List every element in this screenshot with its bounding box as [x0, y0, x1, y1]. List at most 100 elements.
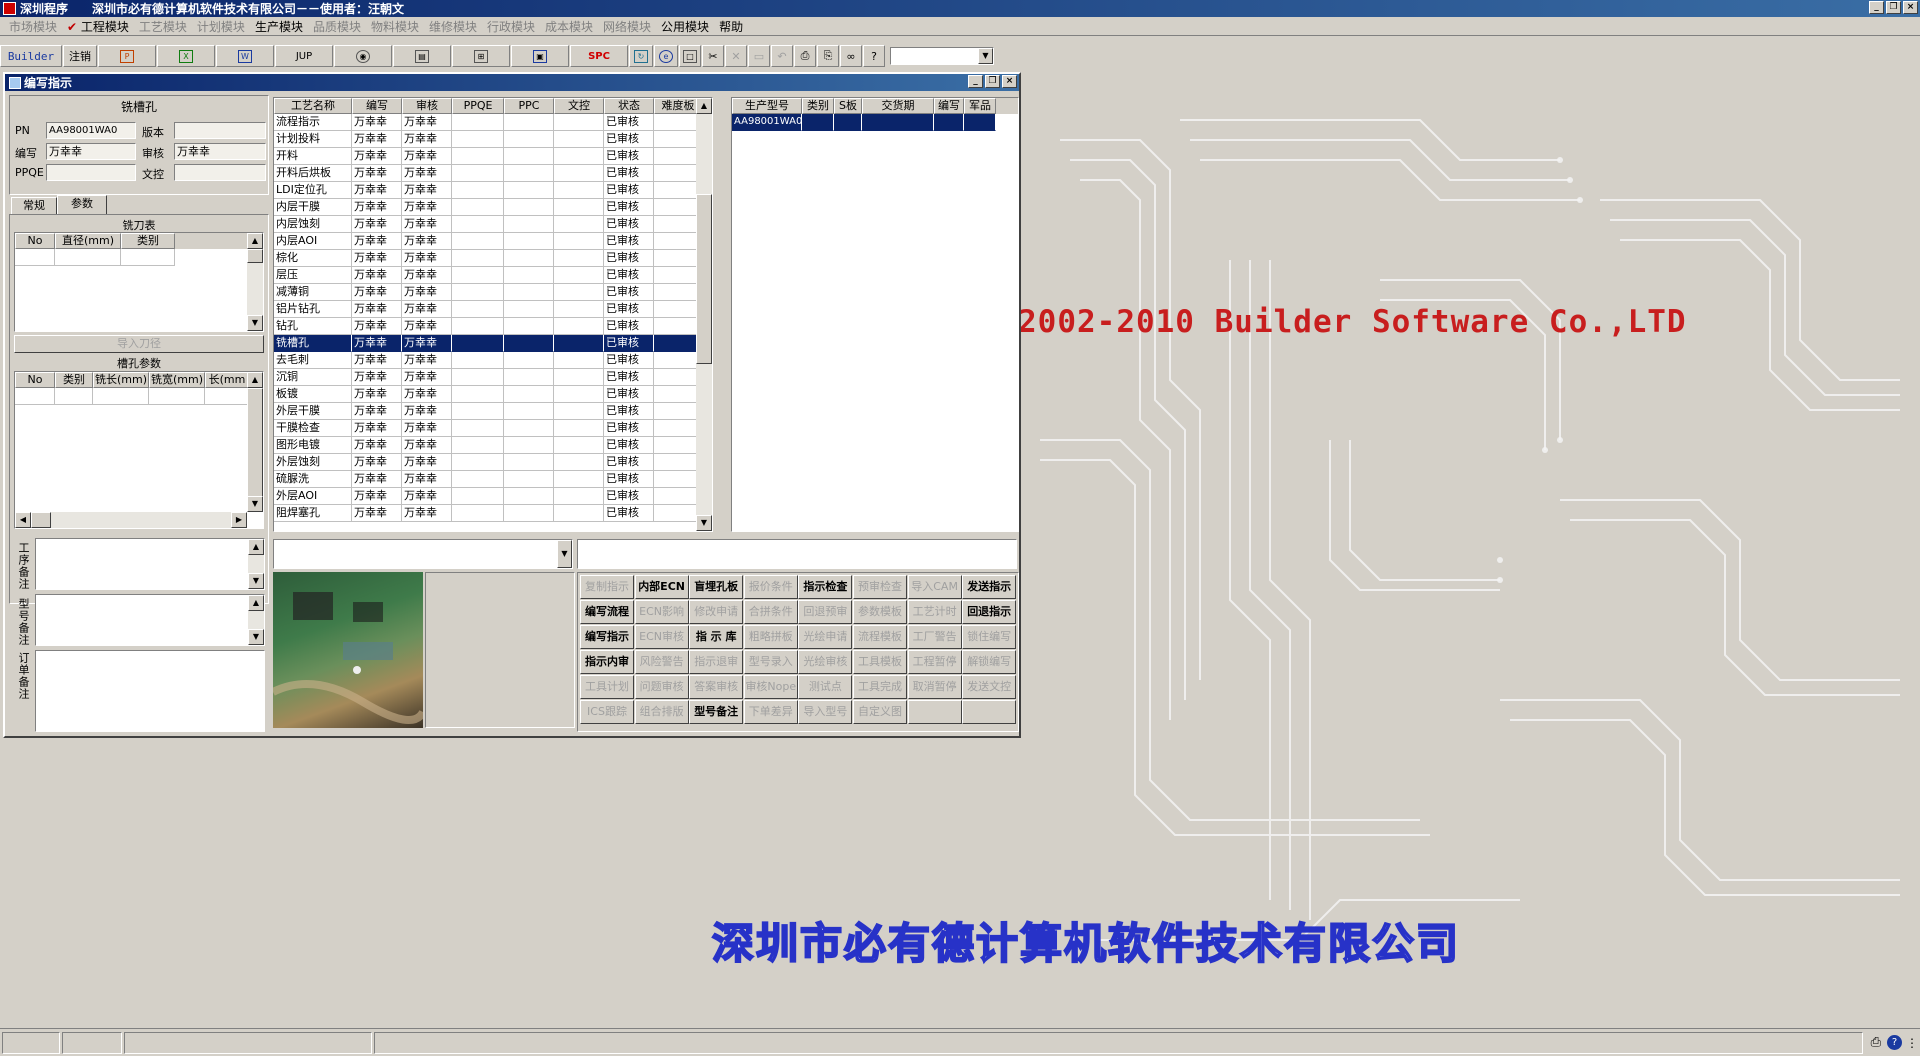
- table-row[interactable]: 开料 万幸幸 万幸幸 已审核: [274, 148, 712, 165]
- table-row[interactable]: 减薄铜 万幸幸 万幸幸 已审核: [274, 284, 712, 301]
- menu-item-3[interactable]: 计划模块: [192, 18, 250, 35]
- refresh-button[interactable]: ↻: [629, 45, 653, 67]
- chevron-down-icon[interactable]: ▼: [978, 48, 993, 64]
- product-table[interactable]: 生产型号 类别 S板 交货期 编写 军品 AA98001WA0: [731, 97, 1019, 532]
- cutter-table[interactable]: No 直径(mm) 类别 ▲ ▼: [14, 232, 264, 332]
- function-button-0[interactable]: 复制指示: [580, 575, 634, 599]
- function-button-26[interactable]: 指示退审: [689, 650, 744, 674]
- process-col-2[interactable]: 审核: [402, 98, 452, 114]
- function-button-45[interactable]: 自定义图: [853, 700, 907, 724]
- cut-button[interactable]: ✂: [702, 45, 724, 67]
- table-row[interactable]: 内层蚀刻 万幸幸 万幸幸 已审核: [274, 216, 712, 233]
- scroll-up-icon[interactable]: ▲: [696, 98, 712, 114]
- menu-item-12[interactable]: 帮助: [714, 18, 748, 35]
- hscroll-thumb[interactable]: [31, 512, 51, 528]
- menu-item-7[interactable]: 维修模块: [424, 18, 482, 35]
- table-row[interactable]: 层压 万幸幸 万幸幸 已审核: [274, 267, 712, 284]
- table-row[interactable]: 计划投料 万幸幸 万幸幸 已审核: [274, 131, 712, 148]
- function-button-19[interactable]: 粗略拼板: [743, 625, 798, 649]
- table-row[interactable]: 铝片钻孔 万幸幸 万幸幸 已审核: [274, 301, 712, 318]
- version-field[interactable]: [174, 122, 266, 139]
- table-row[interactable]: 内层AOI 万幸幸 万幸幸 已审核: [274, 233, 712, 250]
- process-table[interactable]: 工艺名称 编写 审核 PPQE PPC 文控 状态 难度板 流程指示 万幸幸 万幸幸 已审核 计划投料…: [273, 97, 713, 532]
- print-button[interactable]: ⎘: [817, 45, 839, 67]
- tab-parameters[interactable]: 参数: [57, 195, 107, 215]
- preview-button[interactable]: ⎙: [794, 45, 816, 67]
- menu-item-1[interactable]: ✔ 工程模块: [62, 18, 134, 35]
- new-button[interactable]: □: [679, 45, 701, 67]
- table-row[interactable]: 内层干膜 万幸幸 万幸幸 已审核: [274, 199, 712, 216]
- slot-col-length[interactable]: 铣长(mm): [93, 372, 149, 388]
- slot-col-long[interactable]: 长(mm: [205, 372, 249, 388]
- function-button-20[interactable]: 光绘申请: [798, 625, 853, 649]
- process-scrollbar[interactable]: ▲ ▼: [696, 98, 712, 531]
- import-cutter-button[interactable]: 导入刀径: [14, 335, 264, 353]
- find-button[interactable]: ∞: [840, 45, 862, 67]
- function-button-16[interactable]: 编写指示: [580, 625, 634, 649]
- menu-item-4[interactable]: 生产模块: [250, 18, 308, 35]
- function-button-3[interactable]: 报价条件: [743, 575, 798, 599]
- function-button-2[interactable]: 盲埋孔板: [689, 575, 744, 599]
- slot-col-no[interactable]: No: [15, 372, 55, 388]
- product-col-3[interactable]: 交货期: [862, 98, 934, 114]
- slot-col-type[interactable]: 类别: [55, 372, 93, 388]
- window-minimize-button[interactable]: _: [968, 75, 983, 88]
- function-button-21[interactable]: 流程模板: [853, 625, 907, 649]
- function-button-7[interactable]: 发送指示: [962, 575, 1017, 599]
- function-button-41[interactable]: 组合排版: [634, 700, 689, 724]
- process-note-scrollbar[interactable]: ▲ ▼: [248, 539, 264, 589]
- tab-general[interactable]: 常规: [11, 197, 57, 215]
- product-col-5[interactable]: 军品: [964, 98, 996, 114]
- function-button-29[interactable]: 工具模板: [853, 650, 907, 674]
- menu-item-2[interactable]: 工艺模块: [134, 18, 192, 35]
- scroll-down-icon[interactable]: ▼: [248, 629, 264, 645]
- table-row[interactable]: 棕化 万幸幸 万幸幸 已审核: [274, 250, 712, 267]
- function-button-27[interactable]: 型号录入: [743, 650, 798, 674]
- printer-device-button[interactable]: ▣: [511, 45, 569, 67]
- process-col-4[interactable]: PPC: [504, 98, 554, 114]
- function-button-25[interactable]: 风险警告: [634, 650, 689, 674]
- function-button-35[interactable]: 审核Nope: [743, 675, 798, 699]
- chevron-down-icon[interactable]: ▼: [557, 540, 572, 568]
- function-button-15[interactable]: 回退指示: [962, 600, 1017, 624]
- tray-help-icon[interactable]: ?: [1887, 1035, 1902, 1050]
- function-button-23[interactable]: 锁住编写: [962, 625, 1017, 649]
- book-button[interactable]: ▤: [393, 45, 451, 67]
- function-button-43[interactable]: 下单差异: [743, 700, 798, 724]
- scroll-thumb[interactable]: [247, 388, 263, 498]
- scroll-down-icon[interactable]: ▼: [247, 315, 263, 331]
- doc-control-field[interactable]: [174, 164, 266, 181]
- reviewer-field[interactable]: 万幸幸: [174, 143, 266, 160]
- menu-item-0[interactable]: 市场模块: [4, 18, 62, 35]
- cutter-col-type[interactable]: 类别: [121, 233, 175, 249]
- menu-item-11[interactable]: 公用模块: [656, 18, 714, 35]
- logout-button[interactable]: 注销: [63, 45, 97, 67]
- function-button-13[interactable]: 参数模板: [853, 600, 907, 624]
- process-col-5[interactable]: 文控: [554, 98, 604, 114]
- pn-field[interactable]: AA98001WA0: [46, 122, 136, 139]
- function-button-42[interactable]: 型号备注: [689, 700, 744, 724]
- function-button-24[interactable]: 指示内审: [580, 650, 634, 674]
- product-col-1[interactable]: 类别: [802, 98, 834, 114]
- toolbar-combo[interactable]: ▼: [890, 47, 994, 65]
- table-row[interactable]: 板镀 万幸幸 万幸幸 已审核: [274, 386, 712, 403]
- slot-hscrollbar[interactable]: ◀ ▶: [15, 512, 247, 528]
- scroll-down-icon[interactable]: ▼: [696, 515, 712, 531]
- window-close-button[interactable]: ×: [1002, 75, 1017, 88]
- view-button[interactable]: ◉: [334, 45, 392, 67]
- cutter-col-no[interactable]: No: [15, 233, 55, 249]
- table-row[interactable]: AA98001WA0: [732, 114, 1018, 131]
- product-col-0[interactable]: 生产型号: [732, 98, 802, 114]
- tray-printer-icon[interactable]: ⎙: [1871, 1035, 1881, 1050]
- menu-item-10[interactable]: 网络模块: [598, 18, 656, 35]
- window-restore-button[interactable]: ❐: [985, 75, 1000, 88]
- function-button-18[interactable]: 指 示 库: [689, 625, 744, 649]
- scroll-left-icon[interactable]: ◀: [15, 512, 31, 528]
- minimize-button[interactable]: _: [1869, 1, 1884, 14]
- table-row[interactable]: 钻孔 万幸幸 万幸幸 已审核: [274, 318, 712, 335]
- scroll-right-icon[interactable]: ▶: [231, 512, 247, 528]
- scroll-up-icon[interactable]: ▲: [248, 595, 264, 611]
- process-col-7[interactable]: 难度板: [654, 98, 702, 114]
- product-col-2[interactable]: S板: [834, 98, 862, 114]
- function-button-4[interactable]: 指示检查: [798, 575, 853, 599]
